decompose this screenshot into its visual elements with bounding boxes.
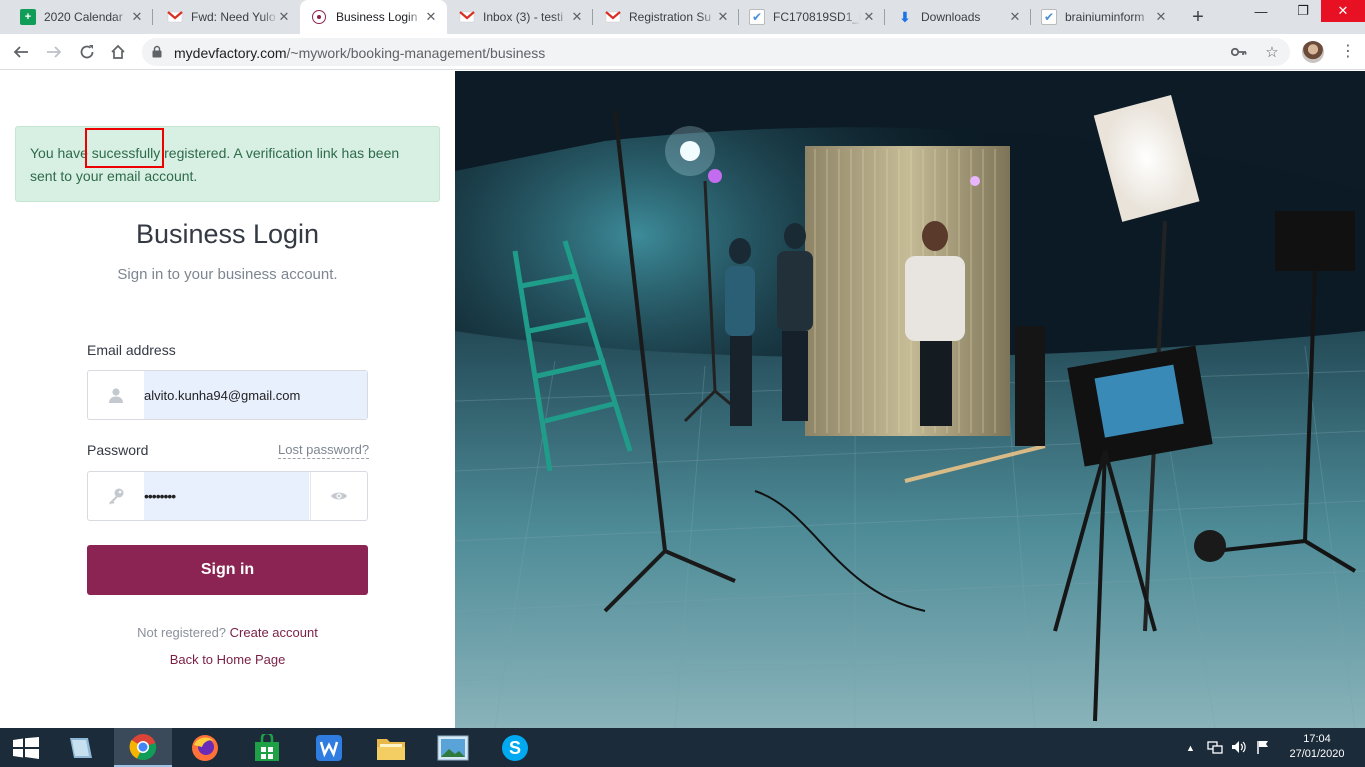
lost-password-link[interactable]: Lost password? (278, 442, 370, 459)
browser-toolbar: mydevfactory.com/~mywork/booking-managem… (0, 34, 1365, 70)
close-icon[interactable]: ✕ (423, 9, 439, 25)
system-clock[interactable]: 17:04 27/01/2020 (1282, 732, 1352, 762)
tab-label: Registration Su (629, 10, 712, 24)
network-icon[interactable] (1207, 740, 1223, 757)
close-icon[interactable]: ✕ (861, 9, 877, 25)
tab-label: brainiuminform (1065, 10, 1145, 24)
google-sheets-icon: + (20, 9, 36, 25)
volume-icon[interactable] (1231, 740, 1247, 757)
close-icon[interactable]: ✕ (129, 9, 145, 25)
file-manager-icon[interactable] (52, 728, 110, 767)
folder-icon[interactable] (362, 728, 420, 767)
reload-button[interactable] (75, 40, 99, 64)
password-field[interactable]: •••••••• (87, 471, 368, 521)
wps-writer-icon[interactable] (300, 728, 358, 767)
browser-menu-icon[interactable]: ⋮ (1340, 40, 1356, 64)
tab-business-login[interactable]: Business Login ✕ (300, 0, 447, 34)
tab-label: Business Login (336, 10, 418, 24)
store-icon[interactable] (238, 728, 296, 767)
password-label: Password (87, 442, 149, 458)
back-button[interactable] (9, 40, 33, 64)
tab-brainiuminform[interactable]: ✔ brainiuminform ✕ (1031, 0, 1177, 34)
key-icon (88, 472, 144, 520)
email-field[interactable]: alvito.kunha94@gmail.com (87, 370, 368, 420)
user-icon (88, 371, 144, 419)
sign-in-button[interactable]: Sign in (87, 545, 368, 595)
photos-icon[interactable] (424, 728, 482, 767)
tab-label: Inbox (3) - testi (483, 10, 564, 24)
skype-icon[interactable]: S (486, 728, 544, 767)
windows-start-icon[interactable] (0, 728, 52, 767)
browser-tab-strip: + 2020 Calendar ✕ Fwd: Need Yulo ✕ Busin… (0, 0, 1365, 34)
key-icon[interactable] (1230, 43, 1248, 61)
back-to-home-link[interactable]: Back to Home Page (0, 652, 455, 667)
chrome-icon[interactable] (114, 728, 172, 767)
close-icon[interactable]: ✕ (715, 9, 731, 25)
tab-downloads[interactable]: ⬇ Downloads ✕ (885, 0, 1031, 34)
gmail-icon (459, 9, 475, 25)
close-icon[interactable]: ✕ (1007, 9, 1023, 25)
gmail-icon (605, 9, 621, 25)
site-favicon (312, 10, 326, 24)
film-studio-illustration (455, 71, 1365, 728)
email-input[interactable]: alvito.kunha94@gmail.com (144, 371, 367, 419)
not-registered-text: Not registered? (137, 625, 227, 640)
home-button[interactable] (106, 40, 130, 64)
close-window-button[interactable]: ✕ (1321, 0, 1365, 22)
tab-label: Downloads (921, 10, 981, 24)
checkmark-doc-icon: ✔ (749, 9, 765, 25)
close-icon[interactable]: ✕ (1153, 9, 1169, 25)
gmail-icon (167, 9, 183, 25)
checkmark-doc-icon: ✔ (1041, 9, 1057, 25)
address-bar[interactable]: mydevfactory.com/~mywork/booking-managem… (142, 38, 1290, 66)
hero-photo (455, 71, 1365, 728)
forward-button[interactable] (42, 40, 66, 64)
bookmark-star-icon[interactable]: ☆ (1263, 43, 1281, 61)
windows-taskbar: S ▲ 17:04 27/01/2020 (0, 728, 1365, 767)
url-path: /~mywork/booking-management/business (286, 45, 546, 61)
login-panel: You have sucessfully registered. A verif… (0, 71, 455, 728)
restore-button[interactable]: ❐ (1284, 0, 1322, 22)
password-input[interactable]: •••••••• (144, 472, 309, 520)
show-hidden-icons[interactable]: ▲ (1186, 743, 1195, 753)
svg-text:S: S (509, 738, 521, 758)
download-icon: ⬇ (899, 8, 911, 25)
action-center-flag-icon[interactable] (1256, 740, 1270, 757)
tab-2020-calendar[interactable]: + 2020 Calendar ✕ (0, 0, 153, 34)
clock-time: 17:04 (1303, 733, 1331, 745)
url-text[interactable]: mydevfactory.com/~mywork/booking-managem… (174, 45, 545, 61)
close-icon[interactable]: ✕ (276, 9, 292, 25)
page-subtitle: Sign in to your business account. (117, 266, 338, 283)
clock-date: 27/01/2020 (1289, 748, 1345, 760)
tab-label: 2020 Calendar (44, 10, 123, 24)
success-alert: You have sucessfully registered. A verif… (15, 126, 440, 202)
tab-label: Fwd: Need Yulo (191, 10, 276, 24)
tab-inbox[interactable]: Inbox (3) - testi ✕ (447, 0, 593, 34)
tab-fwd-need-yulo[interactable]: Fwd: Need Yulo ✕ (153, 0, 300, 34)
email-label: Email address (87, 342, 176, 358)
lock-icon[interactable] (152, 45, 162, 58)
url-host: mydevfactory.com (174, 45, 287, 61)
eye-icon[interactable] (310, 472, 367, 520)
tab-registration[interactable]: Registration Su ✕ (593, 0, 739, 34)
close-icon[interactable]: ✕ (569, 9, 585, 25)
profile-avatar[interactable] (1302, 41, 1324, 63)
page-title: Business Login (135, 219, 320, 249)
minimize-button[interactable]: — (1242, 0, 1280, 22)
create-account-link[interactable]: Create account (230, 625, 318, 640)
new-tab-button[interactable]: + (1186, 6, 1210, 28)
tab-fc170819sd1[interactable]: ✔ FC170819SD1_l ✕ (739, 0, 885, 34)
firefox-icon[interactable] (176, 728, 234, 767)
not-registered-line: Not registered? Create account (0, 625, 455, 640)
tab-label: FC170819SD1_l (773, 10, 861, 24)
annotation-highlight-box (85, 128, 164, 168)
